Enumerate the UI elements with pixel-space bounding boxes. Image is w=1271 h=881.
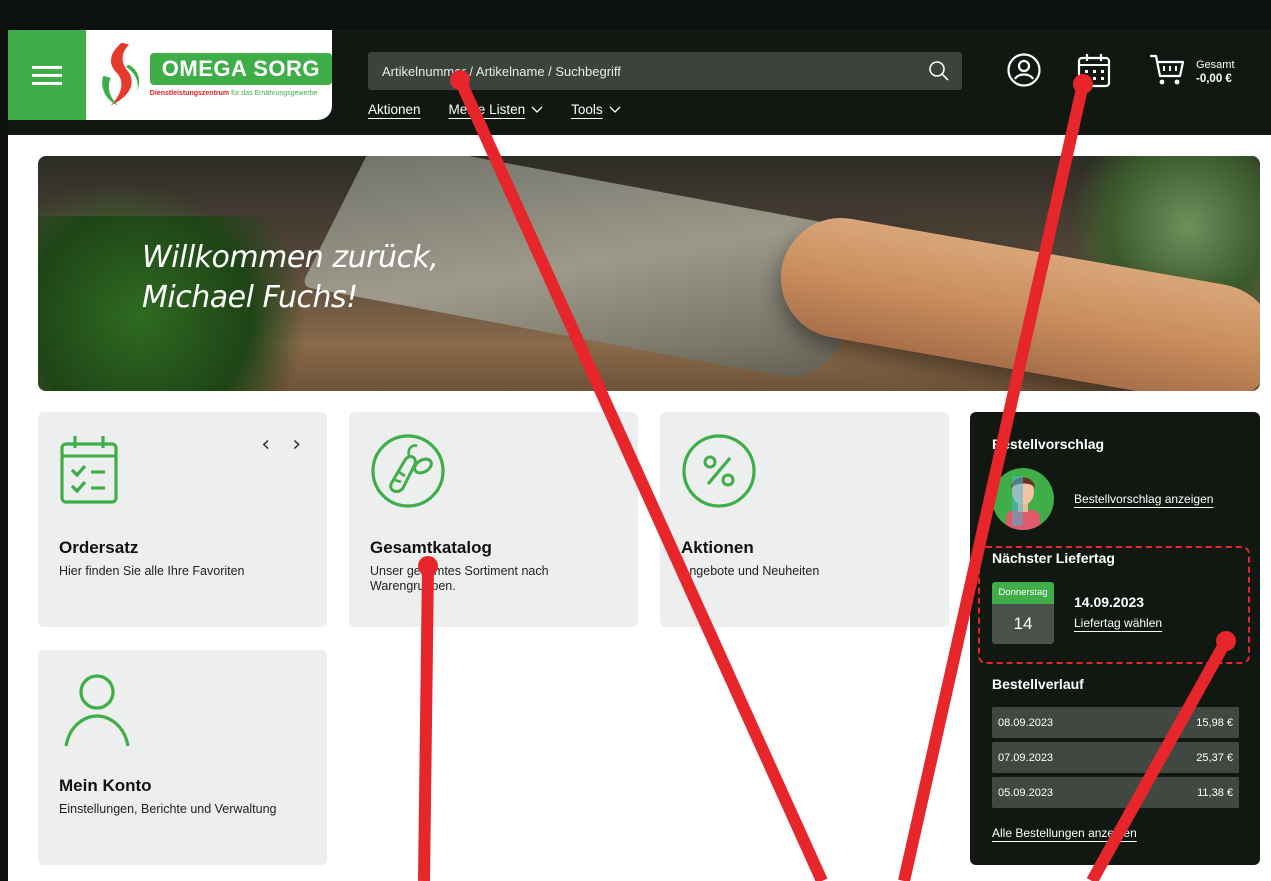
delivery-day-badge: Donnerstag 14 [992,582,1054,644]
chevron-left-icon[interactable]: ‹ [261,432,270,457]
delivery-weekday: Donnerstag [992,582,1054,604]
chevron-down-icon [531,106,543,113]
cart-icon[interactable] [1148,52,1186,88]
logo-subtitle: Dienstleistungszentrum für das Ernährung… [150,90,332,97]
tile-mein-konto-desc: Einstellungen, Berichte und Verwaltung [59,802,277,816]
tile-gesamtkatalog-desc: Unser gesamtes Sortiment nach Warengrupp… [370,564,549,593]
tile-gesamtkatalog[interactable]: Gesamtkatalog Unser gesamtes Sortiment n… [349,412,638,627]
welcome-heading: Willkommen zurück, Michael Fuchs! [142,238,439,318]
logo[interactable]: OMEGA SORG Dienstleistungszentrum für da… [86,30,332,120]
percent-icon [682,434,756,508]
tile-ordersatz[interactable]: ‹ › Ordersatz Hier finden Sie alle Ihre … [38,412,327,627]
top-strip [8,0,1271,30]
welcome-line-1: Willkommen zurück, [142,240,439,275]
header: OMEGA SORG Dienstleistungszentrum für da… [8,30,1271,135]
tile-aktionen-desc: Angebote und Neuheiten [681,564,820,578]
delivery-date: 14.09.2023 [1074,594,1145,610]
nav-meine-listen[interactable]: Meine Listen [449,102,544,117]
order-history-row[interactable]: 07.09.2023 25,37 € [992,742,1239,773]
cart-total-value: -0,00 € [1196,73,1232,85]
order-history-amount: 11,38 € [1197,786,1233,799]
vegetables-icon [371,434,445,508]
search-icon[interactable] [928,60,950,82]
show-order-suggestion-link[interactable]: Bestellvorschlag anzeigen [1074,492,1213,506]
order-side-panel: Bestellvorschlag Bestellvorschlag anzeig… [970,412,1260,865]
next-delivery-title: Nächster Liefertag [992,550,1115,566]
logo-title: OMEGA SORG [149,53,332,85]
tile-aktionen[interactable]: Aktionen Angebote und Neuheiten [660,412,949,627]
order-suggestion-title: Bestellvorschlag [992,436,1105,452]
order-history-amount: 25,37 € [1196,751,1233,764]
tile-ordersatz-title: Ordersatz [59,538,139,557]
hero-banner: Willkommen zurück, Michael Fuchs! [38,156,1260,391]
menu-button[interactable] [8,30,86,120]
order-history-row[interactable]: 08.09.2023 15,98 € [992,707,1239,738]
user-icon [64,674,130,747]
tile-ordersatz-desc: Hier finden Sie alle Ihre Favoriten [59,564,245,578]
chevron-right-icon[interactable]: › [292,432,301,457]
main-nav: Aktionen Meine Listen Tools [368,102,621,117]
nav-aktionen[interactable]: Aktionen [368,102,421,117]
page: OMEGA SORG Dienstleistungszentrum für da… [0,0,1271,881]
all-orders-link[interactable]: Alle Bestellungen anzeigen [992,826,1137,840]
nav-meine-listen-label: Meine Listen [448,102,526,117]
nav-tools[interactable]: Tools [571,102,621,117]
search-input[interactable] [382,63,922,79]
logo-mark-icon [102,42,140,106]
cart-total-label: Gesamt [1196,59,1235,71]
checklist-calendar-icon [60,436,118,504]
order-history-row[interactable]: 05.09.2023 11,38 € [992,777,1239,808]
tile-aktionen-title: Aktionen [681,538,754,557]
choose-delivery-day-link[interactable]: Liefertag wählen [1074,616,1162,630]
user-icon[interactable] [1006,52,1042,88]
chevron-down-icon [609,106,621,113]
cart-total[interactable]: Gesamt -0,00 € [1196,58,1235,86]
logo-subtitle-part1: Dienstleistungszentrum [149,90,230,97]
tile-gesamtkatalog-title: Gesamtkatalog [370,538,492,557]
logo-subtitle-part2: für das Ernährungsgewerbe [231,90,318,97]
avatar-illustration [1006,476,1040,530]
order-history-title: Bestellverlauf [992,676,1084,692]
avatar [992,468,1054,530]
order-history-date: 05.09.2023 [998,786,1054,799]
logo-text: OMEGA SORG Dienstleistungszentrum für da… [149,53,332,97]
calendar-icon[interactable] [1076,52,1114,88]
tile-mein-konto[interactable]: Mein Konto Einstellungen, Berichte und V… [38,650,327,865]
delivery-day-number: 14 [992,604,1054,644]
nav-tools-label: Tools [571,102,603,117]
menu-icon [32,61,62,90]
order-history-date: 07.09.2023 [998,751,1054,764]
search-bar [368,52,962,90]
tile-mein-konto-title: Mein Konto [59,776,152,795]
order-history-amount: 15,98 € [1196,716,1233,729]
welcome-line-2: Michael Fuchs! [142,280,358,315]
nav-aktionen-label: Aktionen [368,102,421,117]
ordersatz-arrows: ‹ › [261,432,301,457]
order-history-date: 08.09.2023 [998,716,1054,729]
